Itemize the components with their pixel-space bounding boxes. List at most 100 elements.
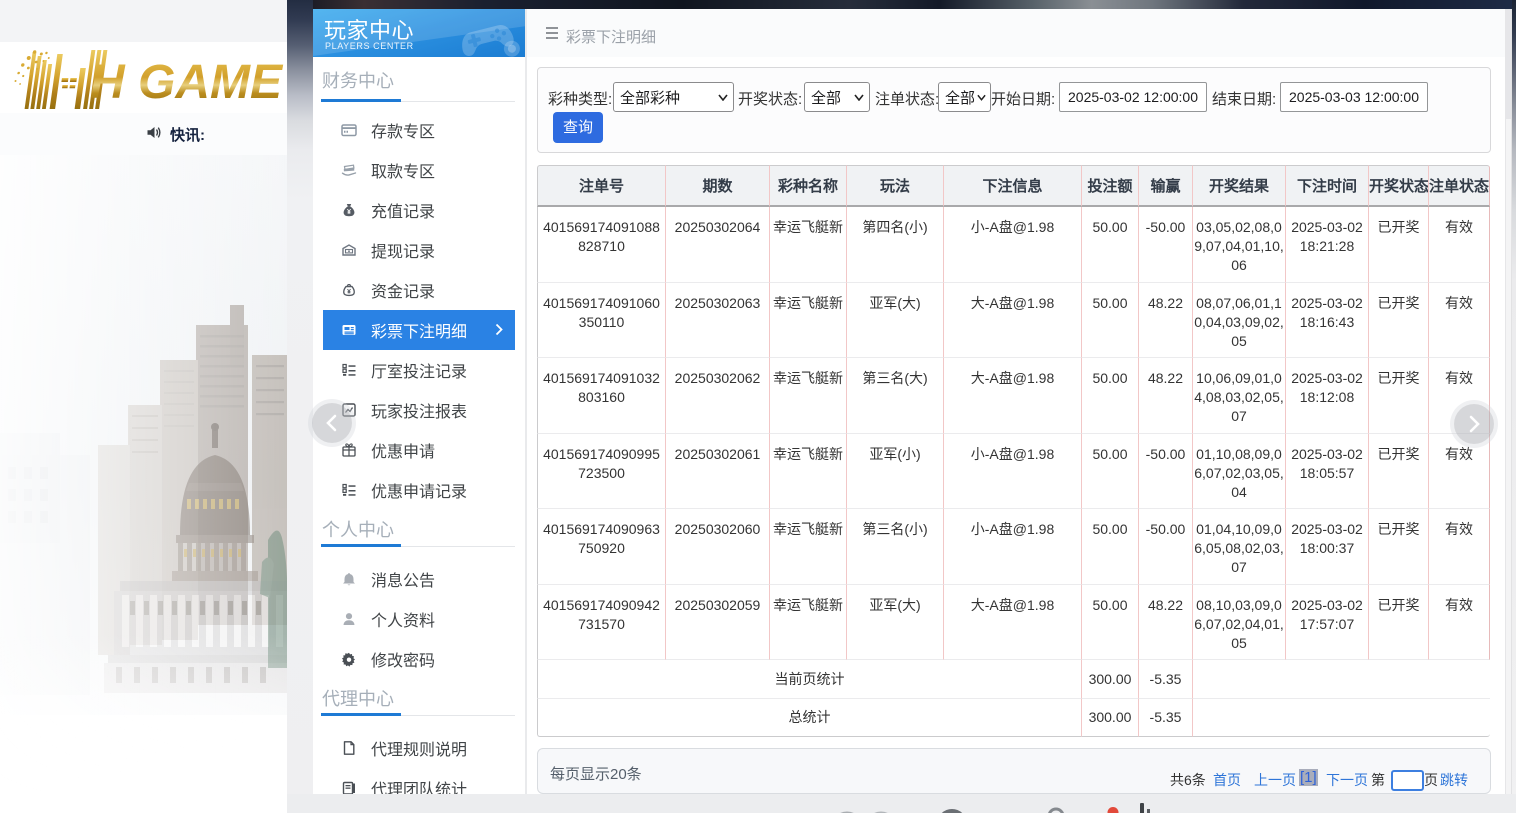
- sidebar-section-title: 财务中心: [313, 61, 525, 110]
- sidebar-header: 玩家中心 PLAYERS CENTER: [313, 9, 525, 57]
- first-page-link[interactable]: 首页: [1213, 770, 1241, 790]
- draw-status-select[interactable]: 全部: [804, 82, 870, 112]
- promo-apply-icon: [341, 442, 357, 458]
- lottery-type-label: 彩种类型:: [548, 85, 612, 115]
- summary-row: 总统计300.00-5.35: [537, 699, 1490, 737]
- table-cell: 有效: [1429, 207, 1490, 283]
- table-cell: 幸运飞艇新: [770, 585, 847, 660]
- start-date-input[interactable]: 2025-03-02 12:00:00: [1059, 82, 1207, 112]
- table-cell: 50.00: [1082, 585, 1139, 660]
- news-label: 快讯:: [170, 124, 205, 145]
- sidebar-item-label: 玩家投注报表: [371, 398, 467, 422]
- carousel-left-arrow-button[interactable]: [312, 403, 352, 443]
- table-cell: 20250302060: [666, 509, 770, 585]
- cashout-record-icon: [341, 242, 357, 258]
- prev-page-link[interactable]: 上一页: [1254, 770, 1296, 790]
- chevron-left-icon: [324, 413, 340, 433]
- table-cell: 亚军(大): [847, 283, 944, 358]
- table-cell: 小-A盘@1.98: [944, 509, 1082, 585]
- sidebar-item[interactable]: 代理规则说明: [313, 728, 525, 768]
- table-row: 40156917409103280316020250302062幸运飞艇新第三名…: [537, 358, 1490, 434]
- page-number-input[interactable]: [1391, 770, 1424, 791]
- sidebar-item[interactable]: 取款专区: [313, 150, 525, 190]
- sidebar-item-label: 优惠申请: [371, 438, 435, 462]
- select-value: 全部: [811, 87, 841, 108]
- sidebar-item-label: 消息公告: [371, 567, 435, 591]
- chevron-down-icon: [854, 94, 864, 101]
- sidebar-item[interactable]: 充值记录: [313, 190, 525, 230]
- table-cell: 50.00: [1082, 509, 1139, 585]
- select-value: 全部: [945, 87, 975, 108]
- sidebar-item[interactable]: 彩票下注明细: [323, 310, 515, 350]
- recharge-record-icon: [341, 202, 357, 218]
- current-page-indicator[interactable]: [1]: [1299, 769, 1318, 786]
- summary-empty: [1193, 699, 1490, 737]
- table-cell: 401569174090995723500: [537, 434, 666, 509]
- order-status-select[interactable]: 全部: [938, 82, 991, 112]
- sidebar-item[interactable]: 厅室投注记录: [313, 350, 525, 390]
- query-button[interactable]: 查询: [553, 112, 603, 143]
- sidebar-item[interactable]: 消息公告: [313, 559, 525, 599]
- table-cell: 01,04,10,09,06,05,08,02,03,07: [1193, 509, 1286, 585]
- table-cell: 2025-03-02 18:16:43: [1286, 283, 1369, 358]
- summary-win-loss: -5.35: [1139, 660, 1193, 699]
- table-cell: 有效: [1429, 283, 1490, 358]
- order-status-label: 注单状态:: [875, 85, 939, 115]
- player-center-sidebar: 玩家中心 PLAYERS CENTER 财务中心存款专区取款专区充值记录提现记录…: [313, 9, 525, 794]
- select-value: 全部彩种: [620, 87, 680, 108]
- table-header-row: 注单号期数彩种名称玩法下注信息投注额输赢开奖结果下注时间开奖状态注单状态: [537, 165, 1490, 207]
- sidebar-item[interactable]: 资金记录: [313, 270, 525, 310]
- table-cell: 50.00: [1082, 207, 1139, 283]
- table-cell: 小-A盘@1.98: [944, 207, 1082, 283]
- table-cell: 第三名(大): [847, 358, 944, 434]
- profile-icon: [341, 611, 357, 627]
- sidebar-item-label: 资金记录: [371, 278, 435, 302]
- sidebar-item[interactable]: 优惠申请记录: [313, 470, 525, 510]
- end-date-input[interactable]: 2025-03-03 12:00:00: [1280, 82, 1428, 112]
- carousel-right-arrow-button[interactable]: [1454, 404, 1494, 444]
- table-cell: 2025-03-02 17:57:07: [1286, 585, 1369, 660]
- column-header: 输赢: [1139, 165, 1193, 207]
- bell-icon: [341, 571, 357, 587]
- scrollbar-thumb[interactable]: [1506, 9, 1511, 119]
- site-left-column: H GAME 快讯:: [0, 0, 287, 813]
- table-row: 40156917409106035011020250302063幸运飞艇新亚军(…: [537, 283, 1490, 358]
- page-scrollbar[interactable]: [1505, 9, 1512, 813]
- sidebar-section-title: 个人中心: [313, 510, 525, 559]
- sidebar-item[interactable]: 修改密码: [313, 639, 525, 679]
- table-cell: 幸运飞艇新: [770, 283, 847, 358]
- column-header: 投注额: [1082, 165, 1139, 207]
- table-cell: 401569174090942731570: [537, 585, 666, 660]
- column-header: 彩种名称: [770, 165, 847, 207]
- sidebar-item[interactable]: 提现记录: [313, 230, 525, 270]
- next-page-link[interactable]: 下一页: [1326, 770, 1368, 790]
- password-icon: [341, 651, 357, 667]
- sidebar-item-label: 提现记录: [371, 238, 435, 262]
- sidebar-item-label: 优惠申请记录: [371, 478, 467, 502]
- jump-label-after: 页: [1424, 770, 1438, 790]
- table-cell: 48.22: [1139, 585, 1193, 660]
- hamburger-menu-icon[interactable]: [546, 27, 558, 40]
- table-cell: 已开奖: [1369, 283, 1429, 358]
- sidebar-item[interactable]: 个人资料: [313, 599, 525, 639]
- lottery-type-select[interactable]: 全部彩种: [613, 82, 734, 112]
- jump-button[interactable]: 跳转: [1440, 770, 1468, 790]
- table-cell: 03,05,02,08,09,07,04,01,10,06: [1193, 207, 1286, 283]
- table-cell: 50.00: [1082, 283, 1139, 358]
- draw-status-label: 开奖状态:: [738, 85, 802, 115]
- main-content: 彩票下注明细 彩种类型: 全部彩种 开奖状态: 全部 注单状态: 全部 开始日期…: [527, 9, 1505, 794]
- column-header: 开奖结果: [1193, 165, 1286, 207]
- table-cell: 亚军(大): [847, 585, 944, 660]
- left-top-strip: [0, 0, 287, 42]
- total-count-text: 共6条: [1170, 770, 1206, 790]
- table-cell: 20250302059: [666, 585, 770, 660]
- agent-rules-icon: [341, 740, 357, 756]
- bet-detail-table: 注单号期数彩种名称玩法下注信息投注额输赢开奖结果下注时间开奖状态注单状态 401…: [537, 165, 1490, 737]
- table-cell: 大-A盘@1.98: [944, 283, 1082, 358]
- sidebar-item-label: 充值记录: [371, 198, 435, 222]
- table-cell: 有效: [1429, 509, 1490, 585]
- sidebar-item[interactable]: 存款专区: [313, 110, 525, 150]
- table-header: 注单号期数彩种名称玩法下注信息投注额输赢开奖结果下注时间开奖状态注单状态: [537, 165, 1490, 207]
- sidebar-item-label: 存款专区: [371, 118, 435, 142]
- table-cell: 401569174091032803160: [537, 358, 666, 434]
